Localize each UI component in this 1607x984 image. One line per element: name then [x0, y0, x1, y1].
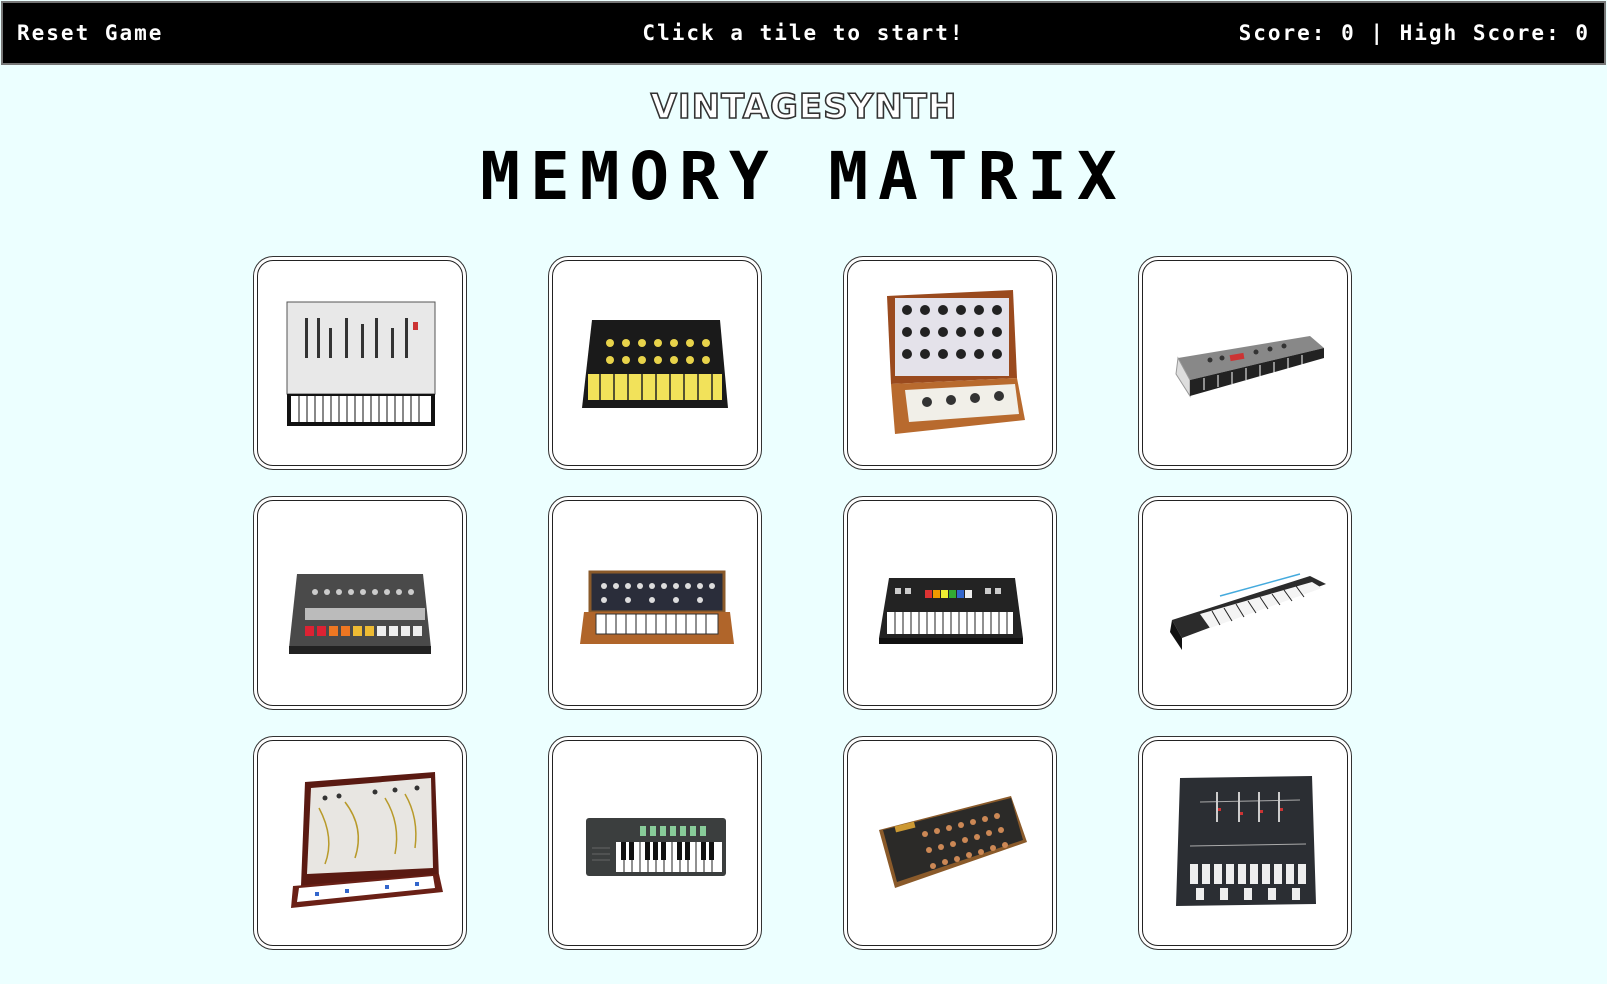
silver-angled-synth-icon: [1175, 336, 1324, 398]
score-display: Score: 0 | High Score: 0: [1238, 21, 1590, 45]
memory-tile[interactable]: [552, 500, 758, 706]
top-bar: Reset Game Click a tile to start! Score:…: [1, 1, 1606, 65]
black-long-keyboard-icon: [1170, 573, 1326, 650]
memory-tile[interactable]: [257, 500, 463, 706]
memory-tile[interactable]: [552, 740, 758, 946]
vintage-synth-logo: VINTAGESYNTH: [0, 84, 1607, 132]
memory-tile[interactable]: [1142, 740, 1348, 946]
modular-cabinet-icon: [291, 772, 443, 908]
memory-tile[interactable]: [847, 740, 1053, 946]
wood-analog-synth-icon: [580, 570, 734, 644]
memory-tile[interactable]: [847, 260, 1053, 466]
sequencer-module-icon: [879, 796, 1027, 888]
tile-grid: [257, 260, 1348, 946]
memory-tile[interactable]: [552, 260, 758, 466]
black-minisynth-icon: [1176, 776, 1316, 906]
black-poly-synth-icon: [879, 578, 1023, 644]
wood-modular-synth-icon: [887, 290, 1025, 434]
black-yellow-synth-icon: [582, 320, 728, 408]
white-synth-keyboard-icon: [286, 301, 436, 426]
memory-tile[interactable]: [257, 740, 463, 946]
drum-machine-icon: [289, 574, 431, 654]
memory-tile[interactable]: [1142, 500, 1348, 706]
mini-keyboard-icon: [586, 818, 726, 876]
memory-tile[interactable]: [1142, 260, 1348, 466]
memory-tile[interactable]: [257, 260, 463, 466]
memory-tile[interactable]: [847, 500, 1053, 706]
page-title: MEMORY MATRIX: [480, 138, 1127, 215]
svg-text:VINTAGESYNTH: VINTAGESYNTH: [650, 87, 957, 127]
